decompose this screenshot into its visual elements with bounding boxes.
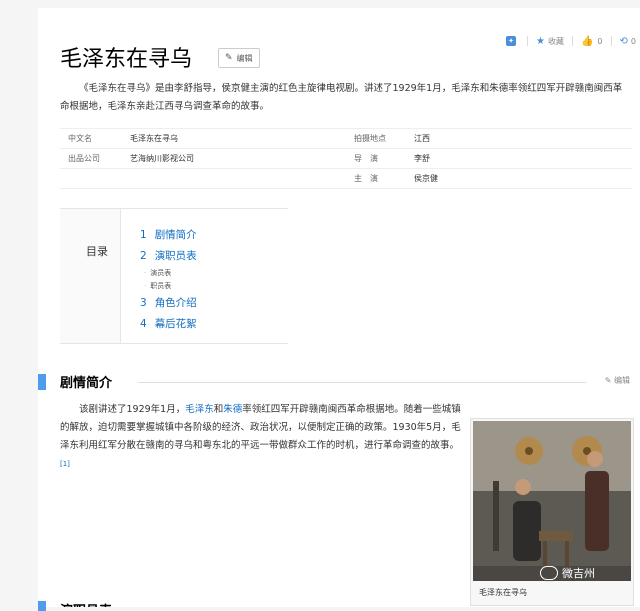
forward-icon: ⟲ (619, 35, 628, 47)
toc-subitem-crew[interactable]: · 职员表 (140, 280, 197, 293)
toc-subitem-cast[interactable]: · 演员表 (140, 267, 197, 280)
table-of-contents: 目录 1 剧情简介 2 演职员表 · 演员表 · 职员表 3 角色介绍 4 幕后花絮 (60, 208, 288, 344)
share-count-button[interactable]: ⟲ 0 (620, 36, 636, 47)
favorite-label: 收藏 (547, 36, 564, 46)
watermark: 微吉州 (540, 565, 595, 581)
wechat-icon (540, 566, 558, 580)
pencil-icon: ✎ (604, 376, 612, 385)
link-zhu-de[interactable]: 朱德 (223, 404, 242, 415)
info-key: 主 演 (354, 174, 378, 183)
reference-link[interactable]: [1] (60, 460, 70, 468)
like-count: 0 (597, 36, 603, 46)
info-key: 中文名 (68, 134, 92, 143)
section-body-plot: 该剧讲述了1929年1月，毛泽东和朱德率领红四军开辟赣南闽西革命根据地。随着一些… (60, 404, 461, 468)
edit-button[interactable]: ✎ 编辑 (218, 48, 260, 68)
article-page: ✦ ★ 收藏 👍 0 ⟲ 0 毛泽东在寻乌 ✎ 编辑 《毛泽东在寻乌》是由李舒指… (38, 8, 640, 611)
info-row: 出品公司 艺海纳川影视公司 导 演 李舒 (60, 149, 632, 169)
share-icon: ✦ (506, 36, 516, 46)
edit-label: 编辑 (236, 53, 253, 63)
toc-item-plot[interactable]: 1 剧情简介 (140, 225, 197, 246)
toc-item-cast-crew[interactable]: 2 演职员表 (140, 246, 197, 267)
still-photo (473, 421, 631, 581)
share-button[interactable]: ✦ (506, 36, 519, 46)
next-section-title: 演职员表 (60, 600, 112, 607)
article-summary: 《毛泽东在寻乌》是由李舒指导，侯京健主演的红色主旋律电视剧。讲述了1929年1月… (60, 83, 623, 112)
page-title: 毛泽东在寻乌 (60, 47, 193, 72)
section-marker (38, 374, 46, 390)
info-value: 艺海纳川影视公司 (130, 154, 194, 163)
section-header-plot: 剧情简介 ✎ 编辑 (38, 372, 640, 392)
star-icon: ★ (536, 35, 545, 47)
info-value: 李舒 (414, 154, 430, 163)
info-value: 侯京健 (414, 174, 438, 183)
section-title: 剧情简介 (60, 376, 113, 391)
figure-caption: 毛泽东在寻乌 (479, 588, 527, 597)
info-row: 中文名 毛泽东在寻乌 拍摄地点 江西 (60, 128, 632, 149)
toc-item-behind-scenes[interactable]: 4 幕后花絮 (140, 314, 197, 335)
pencil-icon: ✎ (225, 53, 233, 63)
info-row: 主 演 侯京健 (60, 169, 632, 189)
section-edit-button[interactable]: ✎ 编辑 (605, 375, 630, 386)
info-key: 导 演 (354, 154, 378, 163)
watermark-text: 微吉州 (562, 567, 595, 580)
infobox: 中文名 毛泽东在寻乌 拍摄地点 江西 出品公司 艺海纳川影视公司 导 演 李舒 … (60, 128, 632, 189)
thumbs-up-icon: 👍 (580, 35, 594, 47)
info-key: 拍摄地点 (354, 134, 386, 143)
toc-item-characters[interactable]: 3 角色介绍 (140, 293, 197, 314)
article-toolbar: ✦ ★ 收藏 👍 0 ⟲ 0 (498, 30, 640, 52)
info-value: 江西 (414, 134, 430, 143)
toc-title: 目录 (86, 245, 108, 258)
info-value: 毛泽东在寻乌 (130, 134, 178, 143)
share-count: 0 (630, 36, 636, 46)
favorite-button[interactable]: ★ 收藏 (536, 36, 564, 47)
like-button[interactable]: 👍 0 (581, 36, 603, 47)
link-mao[interactable]: 毛泽东 (185, 404, 214, 415)
section-marker (38, 601, 46, 611)
toc-list: 1 剧情简介 2 演职员表 · 演员表 · 职员表 3 角色介绍 4 幕后花絮 (140, 225, 197, 335)
info-key: 出品公司 (68, 154, 100, 163)
